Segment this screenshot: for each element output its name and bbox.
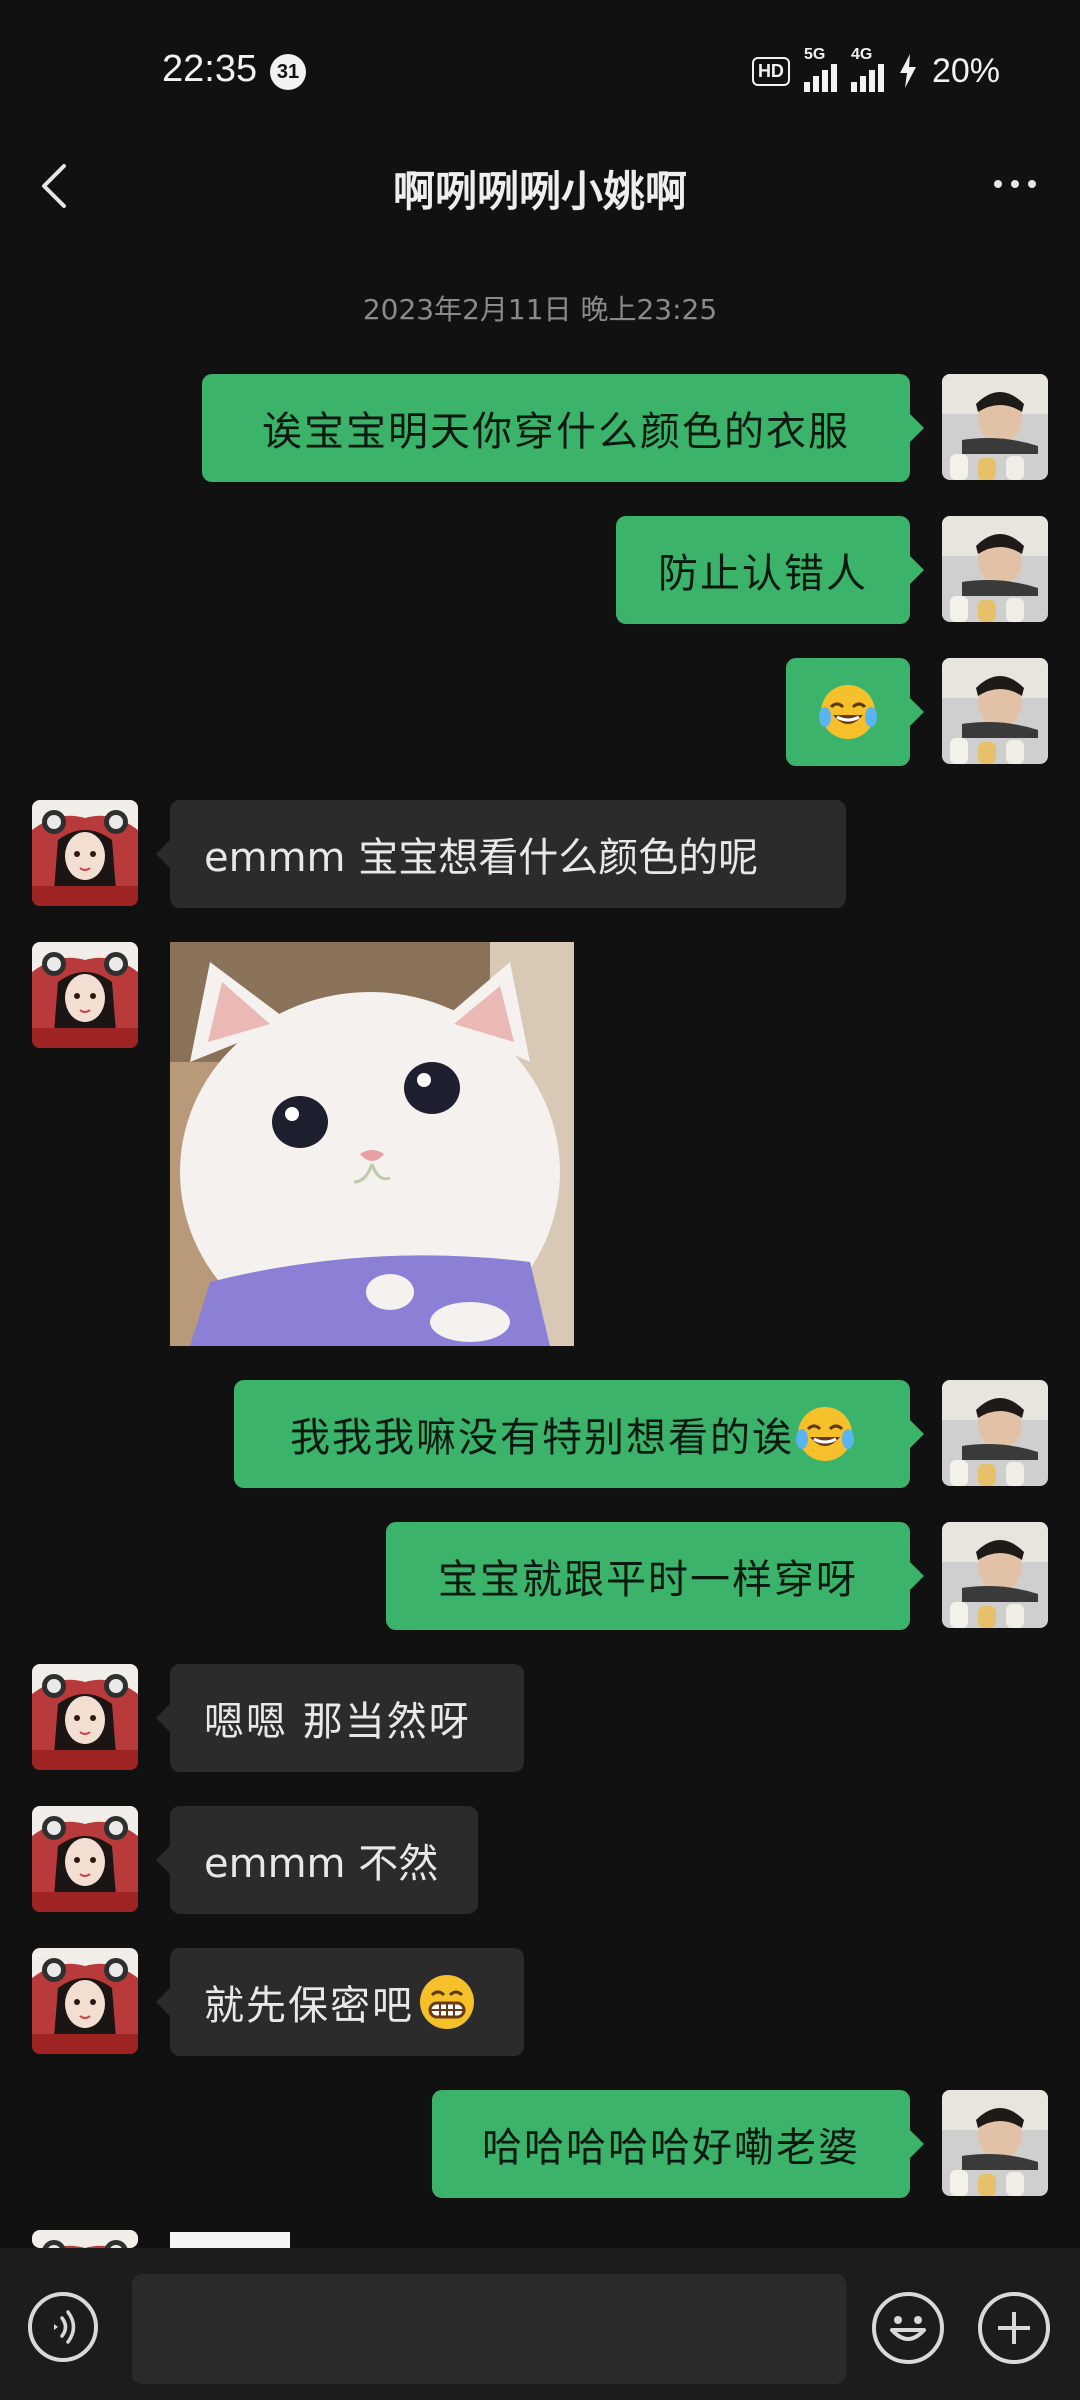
chat-input-bar bbox=[0, 2248, 1080, 2400]
battery-level: 20% bbox=[931, 51, 1000, 90]
message-text: emmm 不然 bbox=[204, 1841, 439, 1887]
white-cat-photo[interactable] bbox=[170, 942, 574, 1346]
incoming-message-bubble[interactable]: 嗯嗯 那当然呀 bbox=[156, 1664, 524, 1772]
chat-header: 啊咧咧咧小姚啊 bbox=[0, 140, 1080, 230]
incoming-message-bubble[interactable]: emmm 不然 bbox=[156, 1806, 478, 1914]
signal-5g-icon: 5G bbox=[803, 46, 837, 92]
chat-screen: 22:35 31 HD 5G 4G 20% 啊咧咧咧小姚啊 2023年2月11日… bbox=[0, 0, 1080, 2400]
notification-badge: 31 bbox=[270, 54, 306, 90]
charging-bolt-icon bbox=[899, 54, 916, 88]
my-avatar[interactable] bbox=[942, 1522, 1048, 1628]
laughing-crying-emoji-icon bbox=[819, 683, 877, 741]
contact-avatar[interactable] bbox=[32, 1948, 138, 2054]
status-indicators: HD 5G 4G 20% bbox=[751, 46, 1000, 92]
chat-title: 啊咧咧咧小姚啊 bbox=[392, 167, 687, 216]
contact-avatar[interactable] bbox=[32, 2230, 138, 2248]
message-text: emmm 宝宝想看什么颜色的呢 bbox=[204, 835, 759, 881]
laughing-crying-emoji-icon bbox=[796, 1405, 854, 1463]
signal-5g-label: 5G bbox=[803, 46, 826, 63]
message-text: 哈哈哈哈哈好嘞老婆 bbox=[482, 2125, 860, 2171]
message-text: 宝宝就跟平时一样穿呀 bbox=[438, 1557, 858, 1603]
plus-icon[interactable] bbox=[978, 2292, 1050, 2364]
more-dot-icon bbox=[1011, 180, 1019, 188]
incoming-image-partial[interactable] bbox=[170, 2232, 290, 2248]
smiley-icon bbox=[890, 2316, 926, 2341]
voice-icon bbox=[54, 2310, 76, 2344]
voice-input-button[interactable] bbox=[28, 2292, 98, 2362]
grinning-emoji-icon bbox=[418, 1973, 476, 2031]
outgoing-message-bubble[interactable]: 防止认错人 bbox=[616, 516, 924, 624]
my-avatar[interactable] bbox=[942, 658, 1048, 764]
message-text: 就先保密吧 bbox=[204, 1983, 414, 2029]
outgoing-message-bubble[interactable]: 我我我嘛没有特别想看的诶 bbox=[234, 1380, 924, 1488]
signal-4g-label: 4G bbox=[850, 46, 873, 63]
contact-avatar[interactable] bbox=[32, 1664, 138, 1770]
contact-avatar[interactable] bbox=[32, 800, 138, 906]
outgoing-message-bubble[interactable]: 诶宝宝明天你穿什么颜色的衣服 bbox=[202, 374, 924, 482]
more-dot-icon bbox=[1028, 180, 1036, 188]
emoji-button[interactable] bbox=[872, 2292, 944, 2364]
my-avatar[interactable] bbox=[942, 374, 1048, 480]
message-text: 诶宝宝明天你穿什么颜色的衣服 bbox=[262, 409, 850, 455]
outgoing-message-bubble[interactable]: 哈哈哈哈哈好嘞老婆 bbox=[432, 2090, 924, 2198]
incoming-message-bubble[interactable]: 就先保密吧 bbox=[156, 1948, 524, 2056]
contact-avatar[interactable] bbox=[32, 942, 138, 1048]
outgoing-emoji-bubble[interactable] bbox=[786, 658, 924, 766]
status-time: 22:35 bbox=[162, 48, 258, 90]
more-dot-icon bbox=[994, 180, 1002, 188]
signal-4g-icon: 4G bbox=[850, 46, 884, 92]
message-text: 嗯嗯 那当然呀 bbox=[204, 1699, 471, 1745]
message-input[interactable] bbox=[132, 2274, 846, 2384]
my-avatar[interactable] bbox=[942, 2090, 1048, 2196]
hd-voice-icon: HD bbox=[751, 56, 790, 86]
more-options-button[interactable] bbox=[980, 152, 1050, 216]
my-avatar[interactable] bbox=[942, 1380, 1048, 1486]
outgoing-message-bubble[interactable]: 宝宝就跟平时一样穿呀 bbox=[386, 1522, 924, 1630]
incoming-message-bubble[interactable]: emmm 宝宝想看什么颜色的呢 bbox=[156, 800, 846, 908]
message-timestamp: 2023年2月11日 晚上23:25 bbox=[362, 293, 718, 326]
status-bar: 22:35 31 HD 5G 4G 20% bbox=[0, 0, 1080, 140]
message-text: 防止认错人 bbox=[658, 551, 868, 597]
contact-avatar[interactable] bbox=[32, 1806, 138, 1912]
message-text: 我我我嘛没有特别想看的诶 bbox=[290, 1415, 794, 1461]
my-avatar[interactable] bbox=[942, 516, 1048, 622]
